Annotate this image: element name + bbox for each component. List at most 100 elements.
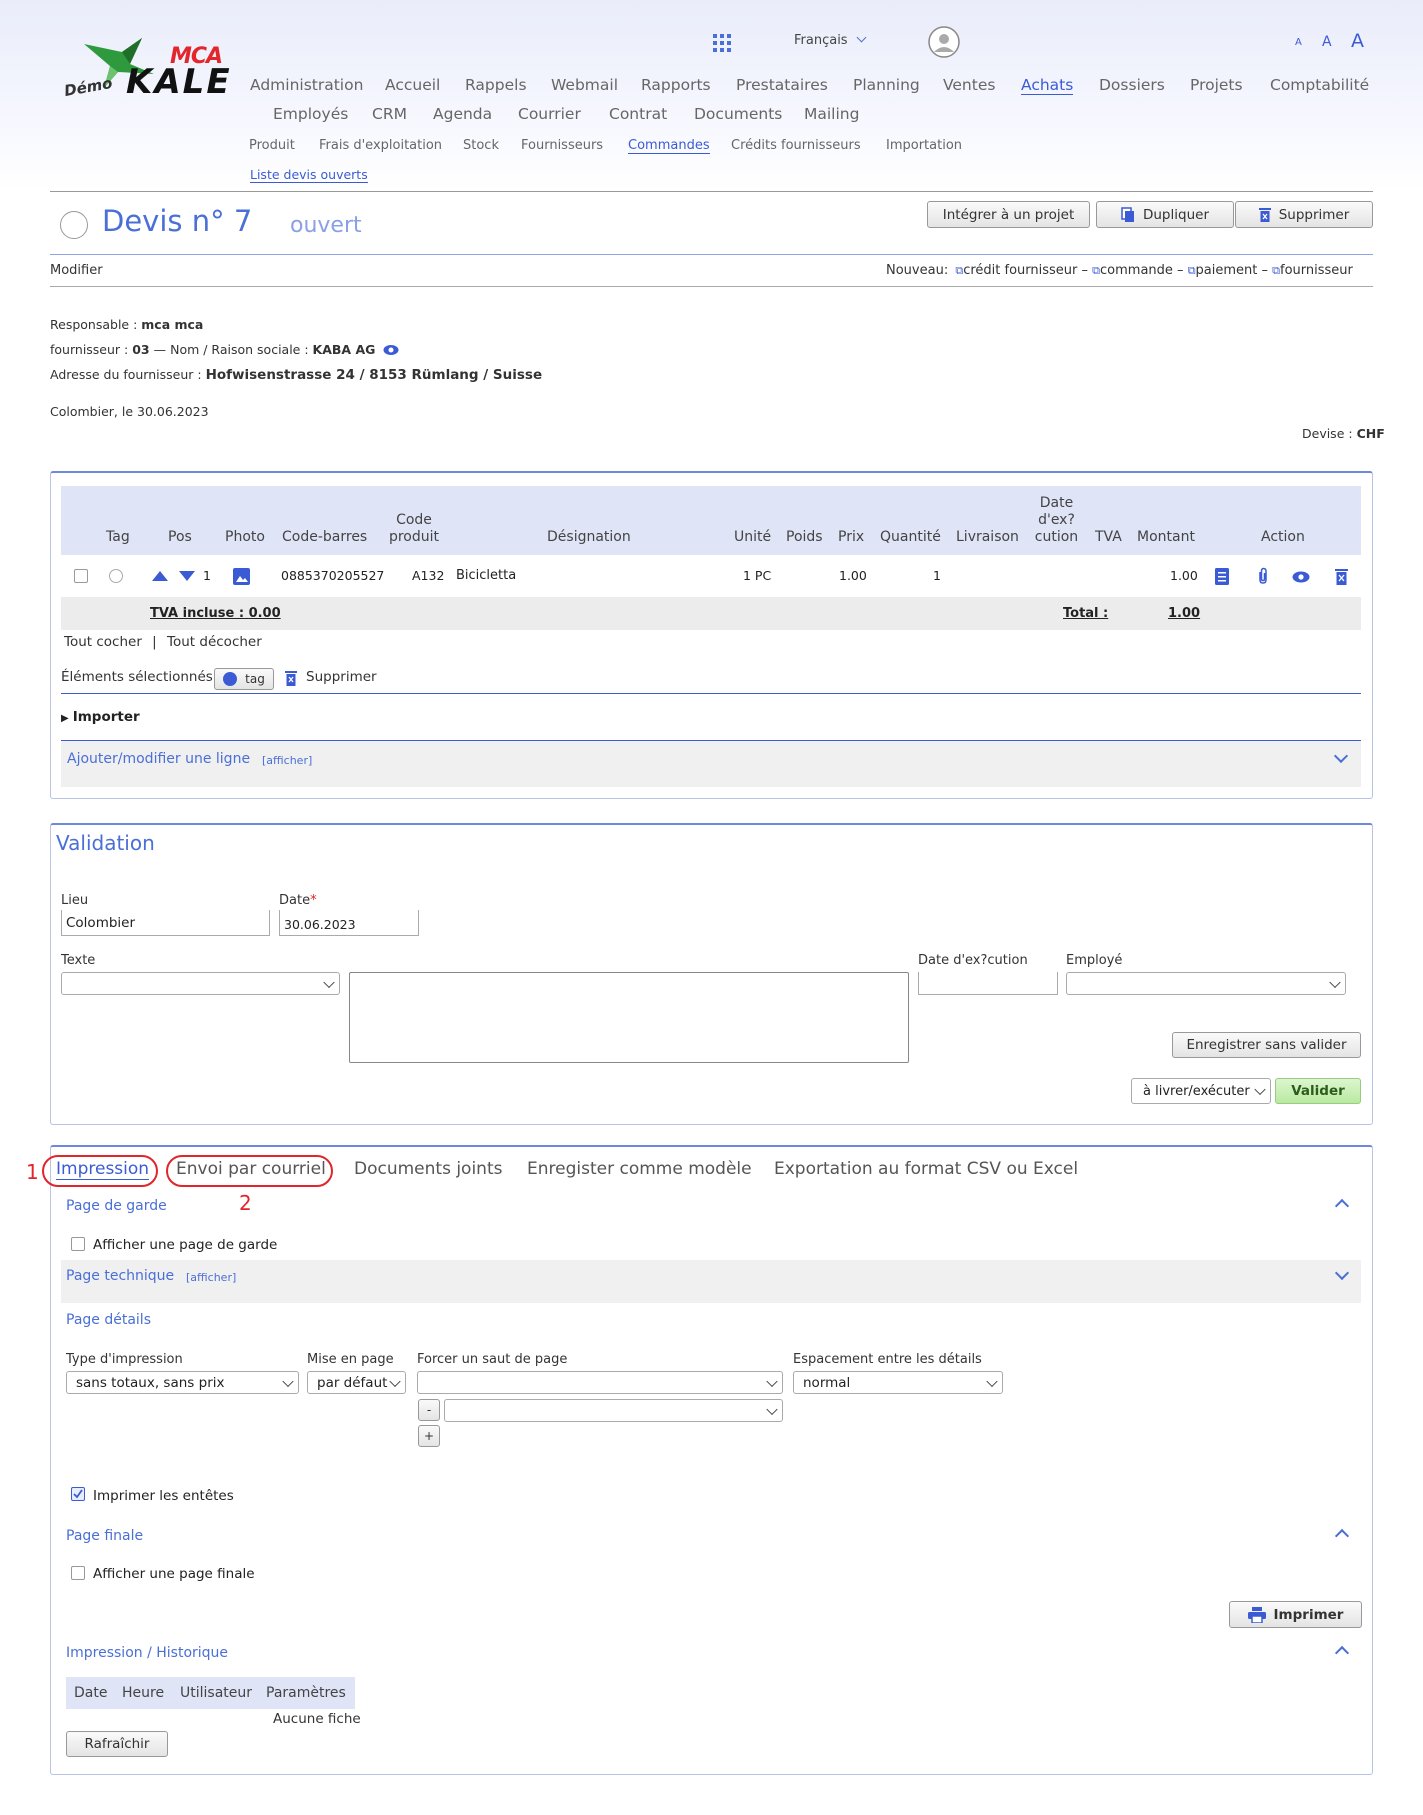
save-without-validate-button[interactable]: Enregistrer sans valider <box>1172 1032 1361 1058</box>
refresh-button[interactable]: Rafraîchir <box>66 1731 168 1757</box>
nav-projets[interactable]: Projets <box>1190 76 1243 94</box>
subnav-importation[interactable]: Importation <box>886 138 962 153</box>
subnav-credits[interactable]: Crédits fournisseurs <box>731 138 861 153</box>
row-barcode: 0885370205527 <box>281 568 385 583</box>
font-size-large[interactable]: A <box>1351 30 1364 52</box>
deliver-status-select[interactable]: à livrer/exécuter <box>1131 1078 1271 1104</box>
final-page-title[interactable]: Page finale <box>66 1528 143 1544</box>
col-designation: Désignation <box>547 529 631 545</box>
nav-accueil[interactable]: Accueil <box>385 76 440 94</box>
new-order-link[interactable]: commande <box>1100 263 1173 278</box>
nav-contrat[interactable]: Contrat <box>609 105 667 123</box>
tab-attachments[interactable]: Documents joints <box>354 1159 502 1179</box>
tab-save-template[interactable]: Enregister comme modèle <box>527 1159 752 1179</box>
add-line-show[interactable]: [afficher] <box>262 754 312 767</box>
new-supplier-link[interactable]: fournisseur <box>1280 263 1353 278</box>
integrate-project-button[interactable]: Intégrer à un projet <box>927 201 1090 228</box>
add-break-button[interactable]: + <box>418 1425 440 1447</box>
nav-rapports[interactable]: Rapports <box>641 76 711 94</box>
photo-icon[interactable] <box>233 568 250 585</box>
row-checkbox[interactable] <box>74 569 88 583</box>
col-action: Action <box>1261 529 1305 545</box>
place-input[interactable]: Colombier <box>61 910 270 936</box>
text-area[interactable] <box>349 972 909 1063</box>
subnav-liste-devis[interactable]: Liste devis ouverts <box>250 167 368 183</box>
nav-dossiers[interactable]: Dossiers <box>1099 76 1165 94</box>
user-avatar-icon[interactable] <box>928 26 960 58</box>
language-select[interactable]: Français <box>794 32 867 48</box>
final-page-checkbox[interactable] <box>71 1566 85 1580</box>
import-toggle[interactable]: ▶ Importer <box>61 709 140 725</box>
document-icon[interactable] <box>1215 568 1229 585</box>
arrow-down-icon[interactable] <box>179 571 195 581</box>
tech-page-section[interactable] <box>61 1260 1361 1303</box>
nav-achats[interactable]: Achats <box>1021 76 1074 95</box>
modify-link[interactable]: Modifier <box>50 263 103 278</box>
apps-grid-icon[interactable] <box>713 34 731 52</box>
subnav-stock[interactable]: Stock <box>463 138 499 153</box>
arrow-up-icon[interactable] <box>152 571 168 581</box>
layout-select[interactable]: par défaut <box>307 1371 406 1394</box>
exec-date-input[interactable] <box>918 972 1058 995</box>
font-size-small[interactable]: A <box>1295 37 1302 48</box>
nav-courrier[interactable]: Courrier <box>518 105 581 123</box>
history-title[interactable]: Impression / Historique <box>66 1645 228 1661</box>
tag-radio[interactable] <box>109 569 123 583</box>
print-headers-checkbox[interactable] <box>71 1487 85 1501</box>
nav-employes[interactable]: Employés <box>273 105 348 123</box>
triangle-right-icon: ▶ <box>61 713 69 724</box>
trash-icon[interactable] <box>1335 568 1348 585</box>
spacing-select[interactable]: normal <box>793 1371 1003 1394</box>
subnav-fournisseurs[interactable]: Fournisseurs <box>521 138 603 153</box>
paperclip-icon[interactable] <box>1257 567 1269 585</box>
print-label: Imprimer <box>1273 1606 1344 1623</box>
eye-icon[interactable] <box>1292 571 1310 583</box>
delete-button[interactable]: Supprimer <box>1235 201 1373 228</box>
subnav-produit[interactable]: Produit <box>249 138 295 153</box>
nav-administration[interactable]: Administration <box>250 76 363 94</box>
delete-selected-button[interactable]: Supprimer <box>306 669 377 685</box>
print-type-select[interactable]: sans totaux, sans prix <box>66 1371 299 1394</box>
subnav-commandes[interactable]: Commandes <box>628 138 710 154</box>
new-links: Nouveau: ⧉crédit fournisseur – ⧉commande… <box>886 263 1353 278</box>
nav-mailing[interactable]: Mailing <box>804 105 859 123</box>
nav-crm[interactable]: CRM <box>372 105 407 123</box>
text-template-select[interactable] <box>61 972 340 995</box>
tab-export[interactable]: Exportation au format CSV ou Excel <box>774 1159 1078 1179</box>
remove-break-button[interactable]: - <box>418 1399 440 1421</box>
nav-ventes[interactable]: Ventes <box>943 76 995 94</box>
eye-icon[interactable] <box>383 344 399 356</box>
uncheck-all-link[interactable]: Tout décocher <box>167 634 262 650</box>
employee-select[interactable] <box>1066 972 1346 995</box>
tag-selected-button[interactable]: tag <box>214 668 274 690</box>
new-credit-link[interactable]: crédit fournisseur <box>963 263 1077 278</box>
duplicate-button[interactable]: Dupliquer <box>1096 201 1234 228</box>
tech-page-title[interactable]: Page technique <box>66 1268 174 1284</box>
nav-comptabilite[interactable]: Comptabilité <box>1270 76 1369 94</box>
subnav-frais[interactable]: Frais d'exploitation <box>319 138 442 153</box>
check-all-link[interactable]: Tout cocher <box>64 634 142 650</box>
nav-prestataires[interactable]: Prestataires <box>736 76 828 94</box>
nav-agenda[interactable]: Agenda <box>433 105 492 123</box>
date-input[interactable]: 30.06.2023 <box>279 910 419 936</box>
trash-icon[interactable] <box>285 670 297 686</box>
page-break-select[interactable] <box>417 1371 783 1394</box>
nav-rappels[interactable]: Rappels <box>465 76 527 94</box>
cover-page-title[interactable]: Page de garde <box>66 1198 167 1214</box>
status-badge: ouvert <box>290 213 362 238</box>
add-line-section[interactable] <box>61 741 1361 787</box>
validate-button[interactable]: Valider <box>1275 1078 1361 1104</box>
cover-page-checkbox[interactable] <box>71 1237 85 1251</box>
selection-divider <box>61 693 1361 694</box>
history-col-user: Utilisateur <box>180 1685 253 1701</box>
tech-page-show[interactable]: [afficher] <box>186 1271 236 1284</box>
add-line-title[interactable]: Ajouter/modifier une ligne <box>67 751 250 767</box>
nav-webmail[interactable]: Webmail <box>551 76 618 94</box>
print-button[interactable]: Imprimer <box>1229 1601 1362 1628</box>
status-circle-icon[interactable] <box>60 211 88 239</box>
new-payment-link[interactable]: paiement <box>1196 263 1258 278</box>
nav-planning[interactable]: Planning <box>853 76 920 94</box>
nav-documents[interactable]: Documents <box>694 105 782 123</box>
font-size-medium[interactable]: A <box>1322 34 1332 50</box>
page-break-select-2[interactable] <box>444 1399 783 1422</box>
